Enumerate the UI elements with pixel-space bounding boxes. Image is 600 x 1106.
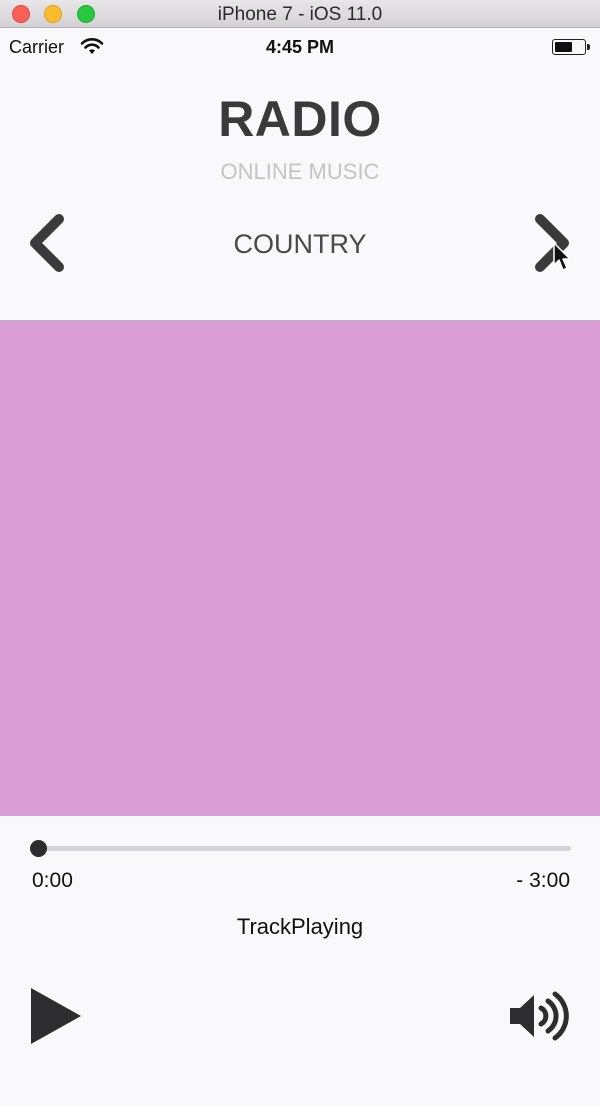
- remaining-time: - 3:00: [516, 869, 570, 892]
- speaker-volume-icon: [510, 991, 569, 1041]
- battery-icon: [552, 39, 590, 55]
- play-button[interactable]: [30, 987, 82, 1045]
- progress-slider-thumb[interactable]: [30, 840, 47, 857]
- album-artwork: [0, 320, 600, 816]
- app-title: RADIO: [218, 91, 382, 147]
- progress-track[interactable]: [38, 846, 571, 851]
- simulator-titlebar: iPhone 7 - iOS 11.0: [0, 0, 600, 28]
- app-subtitle: ONLINE MUSIC: [220, 159, 380, 184]
- status-time: 4:45 PM: [265, 37, 335, 57]
- volume-button[interactable]: [508, 990, 572, 1042]
- chevron-right-icon: [535, 214, 569, 272]
- status-bar: Carrier 4:45 PM: [0, 28, 600, 68]
- next-genre-button[interactable]: [533, 212, 573, 274]
- genre-label: COUNTRY: [233, 229, 367, 259]
- window-title: iPhone 7 - iOS 11.0: [217, 4, 383, 25]
- track-title: TrackPlaying: [236, 914, 364, 939]
- play-icon: [31, 988, 81, 1044]
- elapsed-time: 0:00: [32, 869, 73, 892]
